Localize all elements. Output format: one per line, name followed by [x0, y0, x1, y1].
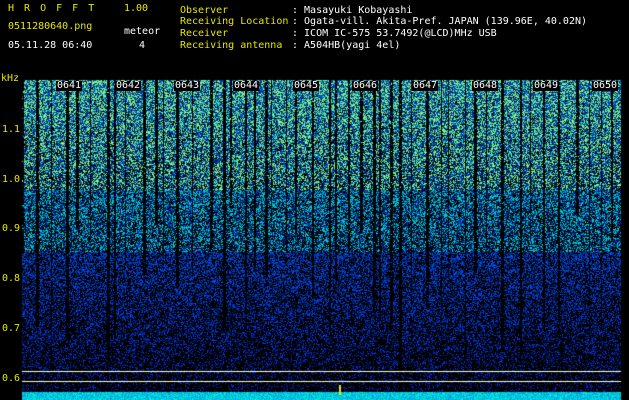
time-label: 0642	[115, 80, 142, 91]
time-label: 0643	[174, 80, 201, 91]
time-label: 0647	[412, 80, 439, 91]
date-time: 05.11.28 06:40	[8, 40, 93, 51]
info-value-receiver: : ICOM IC-575 53.7492(@LCD)MHz USB	[292, 28, 497, 39]
axis-tick: 1.1	[2, 124, 21, 135]
axis-unit: kHz	[1, 73, 20, 84]
info-value-location: : Ogata-vill. Akita-Pref. JAPAN (139.96E…	[292, 16, 588, 27]
app-version: 1.00	[124, 3, 149, 14]
info-label-location: Receiving Location	[180, 16, 289, 27]
axis-tick: 0.9	[2, 223, 21, 234]
time-label: 0644	[233, 80, 260, 91]
axis-tick: 0.6	[2, 373, 21, 384]
axis-tick: 0.7	[2, 323, 21, 334]
time-label: 0649	[533, 80, 560, 91]
info-value-antenna: : A504HB(yagi 4el)	[292, 40, 401, 51]
axis-tick: 0.8	[2, 273, 21, 284]
spectrogram	[0, 0, 629, 400]
time-label: 0648	[472, 80, 499, 91]
time-label: 0641	[56, 80, 83, 91]
info-label-antenna: Receiving antenna	[180, 40, 283, 51]
meteor-label: meteor	[124, 26, 161, 37]
info-label-receiver: Receiver	[180, 28, 229, 39]
time-label: 0646	[352, 80, 379, 91]
meteor-count: 4	[139, 40, 146, 51]
time-label: 0650	[592, 80, 619, 91]
app-name: H R O F F T	[8, 3, 97, 14]
file-name: 0511280640.png	[8, 21, 93, 32]
time-label: 0645	[293, 80, 320, 91]
axis-tick: 1.0	[2, 174, 21, 185]
